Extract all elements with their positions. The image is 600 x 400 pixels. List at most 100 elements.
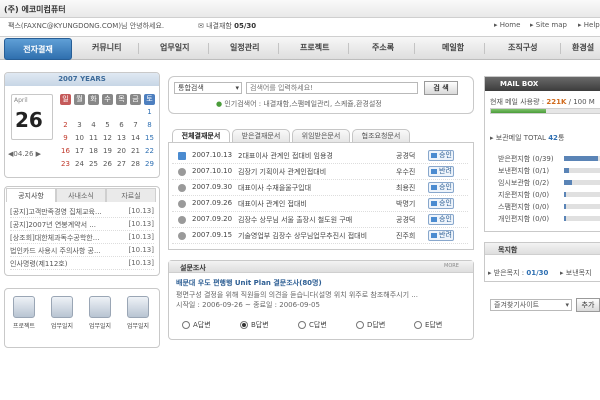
list-item[interactable]: 인사명령(제112호) [10.13] <box>10 259 154 270</box>
calendar-day[interactable]: 16 <box>60 147 71 158</box>
table-row[interactable]: 2007.10.13 2대표이사 관계인 접대비 임용경 공경덕 승인 <box>172 148 468 164</box>
calendar-day[interactable]: 12 <box>102 134 113 145</box>
nav-item-organization[interactable]: 조직구성 <box>508 42 537 53</box>
radio-icon <box>182 321 190 329</box>
table-row[interactable]: 2007.09.20 김장수 상무님 서울 출장시 철도원 구매 공경덕 승인 <box>172 212 468 228</box>
quick-worklog-3[interactable]: 업무일지 <box>122 296 154 330</box>
table-row[interactable]: 2007.09.26 대표이사 관계인 접대비 박명기 승인 <box>172 196 468 212</box>
calendar-weekday: 금 <box>130 94 141 105</box>
calendar-weekday: 월 <box>74 94 85 105</box>
survey-option[interactable]: E답변 <box>414 320 442 330</box>
favorites-select[interactable]: 즐겨찾기사이트 ▾ <box>490 299 572 311</box>
mail-folder-bar <box>564 180 600 185</box>
nav-item-settings[interactable]: 환경설 <box>572 42 594 53</box>
add-favorite-button[interactable]: 추가 <box>576 298 600 312</box>
mail-folder-label: 스팸편지함 (0/0) <box>498 203 550 211</box>
calendar-day[interactable]: 13 <box>116 134 127 145</box>
survey-more-link[interactable]: MORE <box>444 263 459 269</box>
tab-delegated-docs[interactable]: 위임받은문서 <box>292 129 350 143</box>
calendar-day[interactable]: 4 <box>88 121 99 132</box>
calendar-day[interactable]: 20 <box>116 147 127 158</box>
date-navigator[interactable]: ◀04.26 ▶ <box>8 150 41 158</box>
calendar-day[interactable]: 17 <box>74 147 85 158</box>
mail-folder-bar <box>564 168 600 173</box>
calendar-day[interactable]: 24 <box>74 160 85 171</box>
search-scope-select[interactable]: 통합검색 ▾ <box>174 82 242 94</box>
nav-item-worklog[interactable]: 업무일지 <box>160 42 189 53</box>
search-input[interactable] <box>246 82 418 94</box>
calendar-day[interactable]: 18 <box>88 147 99 158</box>
table-row[interactable]: 2007.09.30 대표이사 수재을울구입대 최용진 승인 <box>172 180 468 196</box>
tab-cooperation-docs[interactable]: 협조요청문서 <box>352 129 410 143</box>
mail-folder[interactable]: 보낸편지함 (0/1) <box>498 166 600 176</box>
nav-item-approval[interactable]: 전자결재 <box>4 38 72 60</box>
calendar-day[interactable]: 26 <box>102 160 113 171</box>
calendar-weekday: 수 <box>102 94 113 105</box>
mail-folder[interactable]: 받은편지함 (0/39) <box>498 154 600 164</box>
nav-divider <box>208 43 209 54</box>
mail-folder[interactable]: 임시보관함 (0/2) <box>498 178 600 188</box>
help-link[interactable]: ▸ Help <box>578 21 600 29</box>
calendar-day[interactable]: 11 <box>88 134 99 145</box>
calendar-day[interactable]: 7 <box>130 121 141 132</box>
nav-item-mailbox[interactable]: 메일함 <box>442 42 464 53</box>
mail-folder[interactable]: 지운편지함 (0/0) <box>498 190 600 200</box>
survey-option[interactable]: A답변 <box>182 320 211 330</box>
calendar-day[interactable]: 2 <box>60 121 71 132</box>
nav-item-project[interactable]: 프로젝트 <box>300 42 329 53</box>
calendar-title: 2007 YEARS <box>5 73 159 86</box>
calendar-day[interactable]: 6 <box>116 121 127 132</box>
mail-folder-bar-fill <box>564 216 566 221</box>
calendar-day[interactable]: 23 <box>60 160 71 171</box>
radio-icon <box>414 321 422 329</box>
nav-item-schedule[interactable]: 일정관리 <box>230 42 259 53</box>
calendar-day[interactable]: 19 <box>102 147 113 158</box>
calendar-day[interactable]: 5 <box>102 121 113 132</box>
survey-option-label: B답변 <box>251 321 269 329</box>
calendar-day[interactable]: 8 <box>144 121 155 132</box>
survey-option[interactable]: B답변 <box>240 320 269 330</box>
sent-notes[interactable]: ▸ 보낸목지 <box>560 268 592 278</box>
table-row[interactable]: 2007.10.10 김장기 기획이사 관계인접대비 우수진 반려 <box>172 164 468 180</box>
calendar-day[interactable]: 14 <box>130 134 141 145</box>
quick-project[interactable]: 프로젝트 <box>8 296 40 330</box>
quick-worklog-2[interactable]: 업무일지 <box>84 296 116 330</box>
calendar-day[interactable]: 25 <box>88 160 99 171</box>
calendar-day[interactable]: 27 <box>116 160 127 171</box>
calendar-day[interactable]: 1 <box>144 108 155 119</box>
list-item[interactable]: [공지]2007년 연봉계약서 ... [10.13] <box>10 220 154 231</box>
calendar-day[interactable]: 21 <box>130 147 141 158</box>
search-button[interactable]: 검 색 <box>424 81 458 95</box>
tab-received-approvals[interactable]: 받은결재문서 <box>232 129 290 143</box>
nav-item-addressbook[interactable]: 주소록 <box>372 42 394 53</box>
nav-item-community[interactable]: 커뮤니티 <box>92 42 121 53</box>
doc-status-badge: 반려 <box>428 166 454 177</box>
list-item[interactable]: [공지]고객만족경영 집체교육... [10.13] <box>10 207 154 218</box>
list-item[interactable]: [상조회]대한체과독수공학한... [10.13] <box>10 233 154 244</box>
calendar-day[interactable]: 9 <box>60 134 71 145</box>
bullet-icon <box>178 200 186 208</box>
approval-inbox-count[interactable]: ✉ 내결재함 05/30 <box>198 21 256 31</box>
calendar-day[interactable]: 15 <box>144 134 155 145</box>
quick-worklog-1[interactable]: 업무일지 <box>46 296 78 330</box>
received-notes[interactable]: ▸ 받은목지 : 01/30 <box>488 268 548 278</box>
calendar-day[interactable]: 29 <box>144 160 155 171</box>
survey-option[interactable]: C답변 <box>298 320 327 330</box>
tab-all-approvals[interactable]: 전체결재문서 <box>172 129 230 143</box>
calendar-day[interactable]: 22 <box>144 147 155 158</box>
tab-company-news[interactable]: 사내소식 <box>56 188 106 202</box>
sitemap-link[interactable]: ▸ Site map <box>530 21 567 29</box>
survey-question[interactable]: 배문대 우도 편행행 Unit Plan 결문조사(80명) <box>176 278 322 288</box>
home-link[interactable]: ▸ Home <box>494 21 520 29</box>
calendar-day[interactable]: 3 <box>74 121 85 132</box>
mail-folder[interactable]: 스팸편지함 (0/0) <box>498 202 600 212</box>
survey-option[interactable]: D답변 <box>356 320 385 330</box>
calendar-day[interactable]: 10 <box>74 134 85 145</box>
tab-notices[interactable]: 공지사항 <box>6 188 56 202</box>
radio-icon <box>356 321 364 329</box>
table-row[interactable]: 2007.09.15 기술영업부 김장수 상무님업무추진시 접대비 진주희 반려 <box>172 228 468 244</box>
list-item[interactable]: 법인카드 사용시 주의사항 공... [10.13] <box>10 246 154 257</box>
calendar-day[interactable]: 28 <box>130 160 141 171</box>
tab-library[interactable]: 자료실 <box>106 188 156 202</box>
mail-folder[interactable]: 개인편지함 (0/0) <box>498 214 600 224</box>
